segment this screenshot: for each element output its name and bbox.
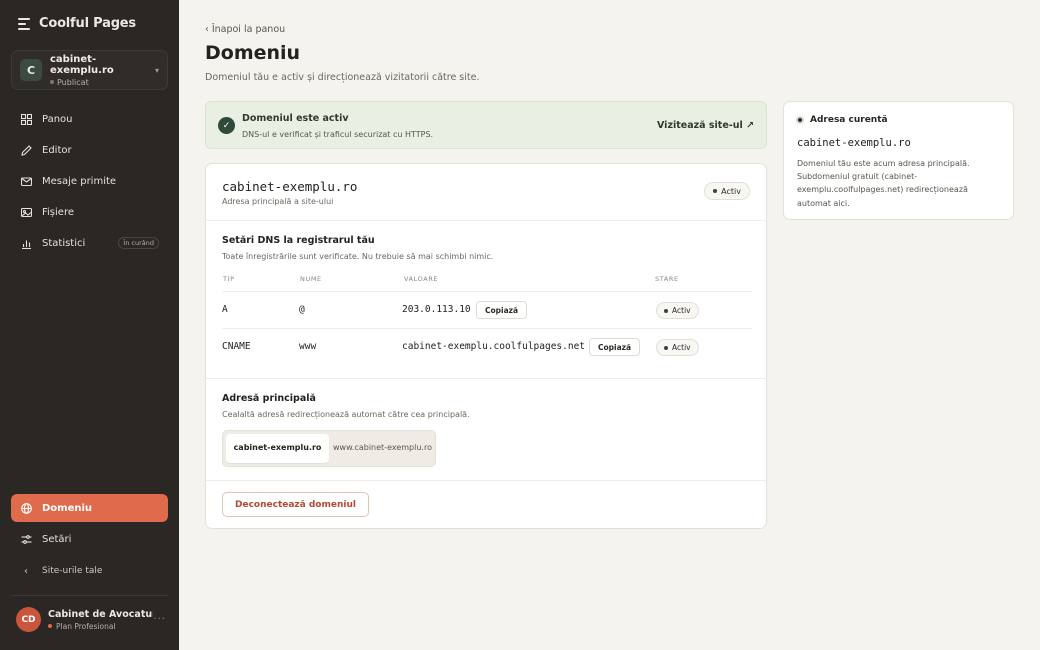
banner-title: Domeniul este activ <box>242 113 349 124</box>
sidebar-item-label: Setări <box>42 533 72 545</box>
dns-type: A <box>222 304 228 315</box>
sidebar-item-editor[interactable]: Editor <box>11 136 168 164</box>
primary-desc: Cealaltă adresă redirecționează automat … <box>222 410 470 419</box>
sidebar-item-setari[interactable]: Setări <box>11 525 168 553</box>
col-header-value: VALOARE <box>404 275 439 283</box>
copy-button[interactable]: Copiază <box>589 338 641 356</box>
col-header-name: NUME <box>300 275 322 283</box>
dns-name: www <box>299 341 317 352</box>
status-badge: Activ <box>656 302 699 319</box>
mail-icon <box>20 175 32 187</box>
site-name: cabinet-exemplu.ro <box>50 53 114 76</box>
row-divider <box>222 291 752 292</box>
sidebar-item-mesaje[interactable]: Mesaje primite <box>11 167 168 195</box>
status-badge: Activ <box>656 339 699 356</box>
disconnect-domain-button[interactable]: Deconectează domeniul <box>222 492 369 517</box>
dns-value: 203.0.113.10 <box>402 304 471 315</box>
status-dot-icon <box>50 80 54 84</box>
sidebar-item-label: Fișiere <box>42 206 74 218</box>
divider <box>206 480 766 481</box>
plan-dot-icon <box>48 624 52 628</box>
sidebar-item-label: Panou <box>42 113 73 125</box>
sidebar-item-domeniu[interactable]: Domeniu <box>11 494 168 522</box>
dns-title: Setări DNS la registrarul tău <box>222 235 375 246</box>
sidebar-item-label: Editor <box>42 144 72 156</box>
radio-selected-icon <box>796 116 804 124</box>
site-status: Publicat <box>50 78 155 87</box>
avatar: CD <box>16 607 41 632</box>
sidebar-item-statistici[interactable]: Statistici În curând <box>11 229 168 257</box>
status-dot-icon <box>713 189 718 193</box>
status-badge: Activ <box>704 182 750 200</box>
user-plan: Plan Profesional <box>48 622 153 631</box>
coming-soon-badge: În curând <box>118 237 159 249</box>
dns-name: @ <box>299 304 305 315</box>
dns-desc: Toate înregistrările sunt verificate. Nu… <box>222 252 494 261</box>
option-www[interactable]: www.cabinet-exemplu.ro <box>331 434 434 463</box>
sidebar-item-panou[interactable]: Panou <box>11 105 168 133</box>
back-link[interactable]: ‹ Înapoi la panou <box>205 24 285 35</box>
sidebar-item-site-uri[interactable]: ‹ Site-urile tale <box>11 557 168 585</box>
sidebar-item-fisiere[interactable]: Fișiere <box>11 198 168 226</box>
dns-value: cabinet-exemplu.coolfulpages.net <box>402 341 586 352</box>
banner-desc: DNS-ul e verificat și traficul securizat… <box>242 130 434 139</box>
grid-icon <box>20 113 32 125</box>
bar-chart-icon <box>20 237 32 249</box>
primary-address-toggle: cabinet-exemplu.ro www.cabinet-exemplu.r… <box>222 430 436 467</box>
sidebar-divider <box>11 595 168 596</box>
row-divider <box>222 328 752 329</box>
chevron-left-icon: ‹ <box>24 565 28 577</box>
dns-type: CNAME <box>222 341 251 352</box>
sidebar-item-label: Statistici <box>42 237 86 249</box>
image-icon <box>20 206 32 218</box>
page-title: Domeniu <box>205 42 301 64</box>
check-icon: ✓ <box>218 117 235 134</box>
sliders-icon <box>20 533 32 545</box>
chevron-down-icon: ▾ <box>154 65 159 75</box>
copy-button[interactable]: Copiază <box>476 301 528 319</box>
panel-head: Adresa curentă <box>796 115 888 125</box>
site-switcher[interactable]: C cabinet-exemplu.ro Publicat ▾ <box>11 50 168 90</box>
menu-icon <box>18 17 30 30</box>
app-name: Coolful Pages <box>39 16 136 31</box>
brand[interactable]: Coolful Pages <box>18 16 136 31</box>
user-name: Cabinet de Avocatură <box>48 608 154 620</box>
current-address-panel: Adresa curentă cabinet-exemplu.ro Domeni… <box>783 101 1014 220</box>
option-apex[interactable]: cabinet-exemplu.ro <box>226 434 329 463</box>
user-menu[interactable]: CD Cabinet de Avocatură Plan Profesional… <box>16 607 166 632</box>
current-domain: cabinet-exemplu.ro <box>797 137 911 149</box>
visit-site-link[interactable]: Vizitează site-ul ↗ <box>657 120 754 131</box>
divider <box>206 220 766 221</box>
col-header-type: TIP <box>223 275 235 283</box>
divider <box>206 378 766 379</box>
more-icon[interactable]: ··· <box>153 614 166 625</box>
pencil-icon <box>20 144 32 156</box>
col-header-status: STARE <box>655 275 679 283</box>
site-avatar: C <box>20 59 42 81</box>
domain-name: cabinet-exemplu.ro <box>222 179 358 194</box>
status-dot-icon <box>664 345 668 350</box>
globe-icon <box>20 502 32 514</box>
sidebar-item-label: Site-urile tale <box>42 566 103 576</box>
domain-card: cabinet-exemplu.ro Adresa principală a s… <box>205 163 767 529</box>
sidebar-item-label: Domeniu <box>42 502 93 514</box>
status-dot-icon <box>664 308 668 313</box>
page-subtitle: Domeniul tău e activ și direcționează vi… <box>205 72 480 83</box>
panel-desc: Domeniul tău este acum adresa principală… <box>797 159 970 208</box>
primary-title: Adresă principală <box>222 393 316 404</box>
domain-sub: Adresa principală a site-ului <box>222 197 334 206</box>
domain-active-banner: ✓ Domeniul este activ DNS-ul e verificat… <box>205 101 767 149</box>
sidebar-item-label: Mesaje primite <box>42 175 117 187</box>
sidebar: Coolful Pages C cabinet-exemplu.ro Publi… <box>0 0 179 650</box>
